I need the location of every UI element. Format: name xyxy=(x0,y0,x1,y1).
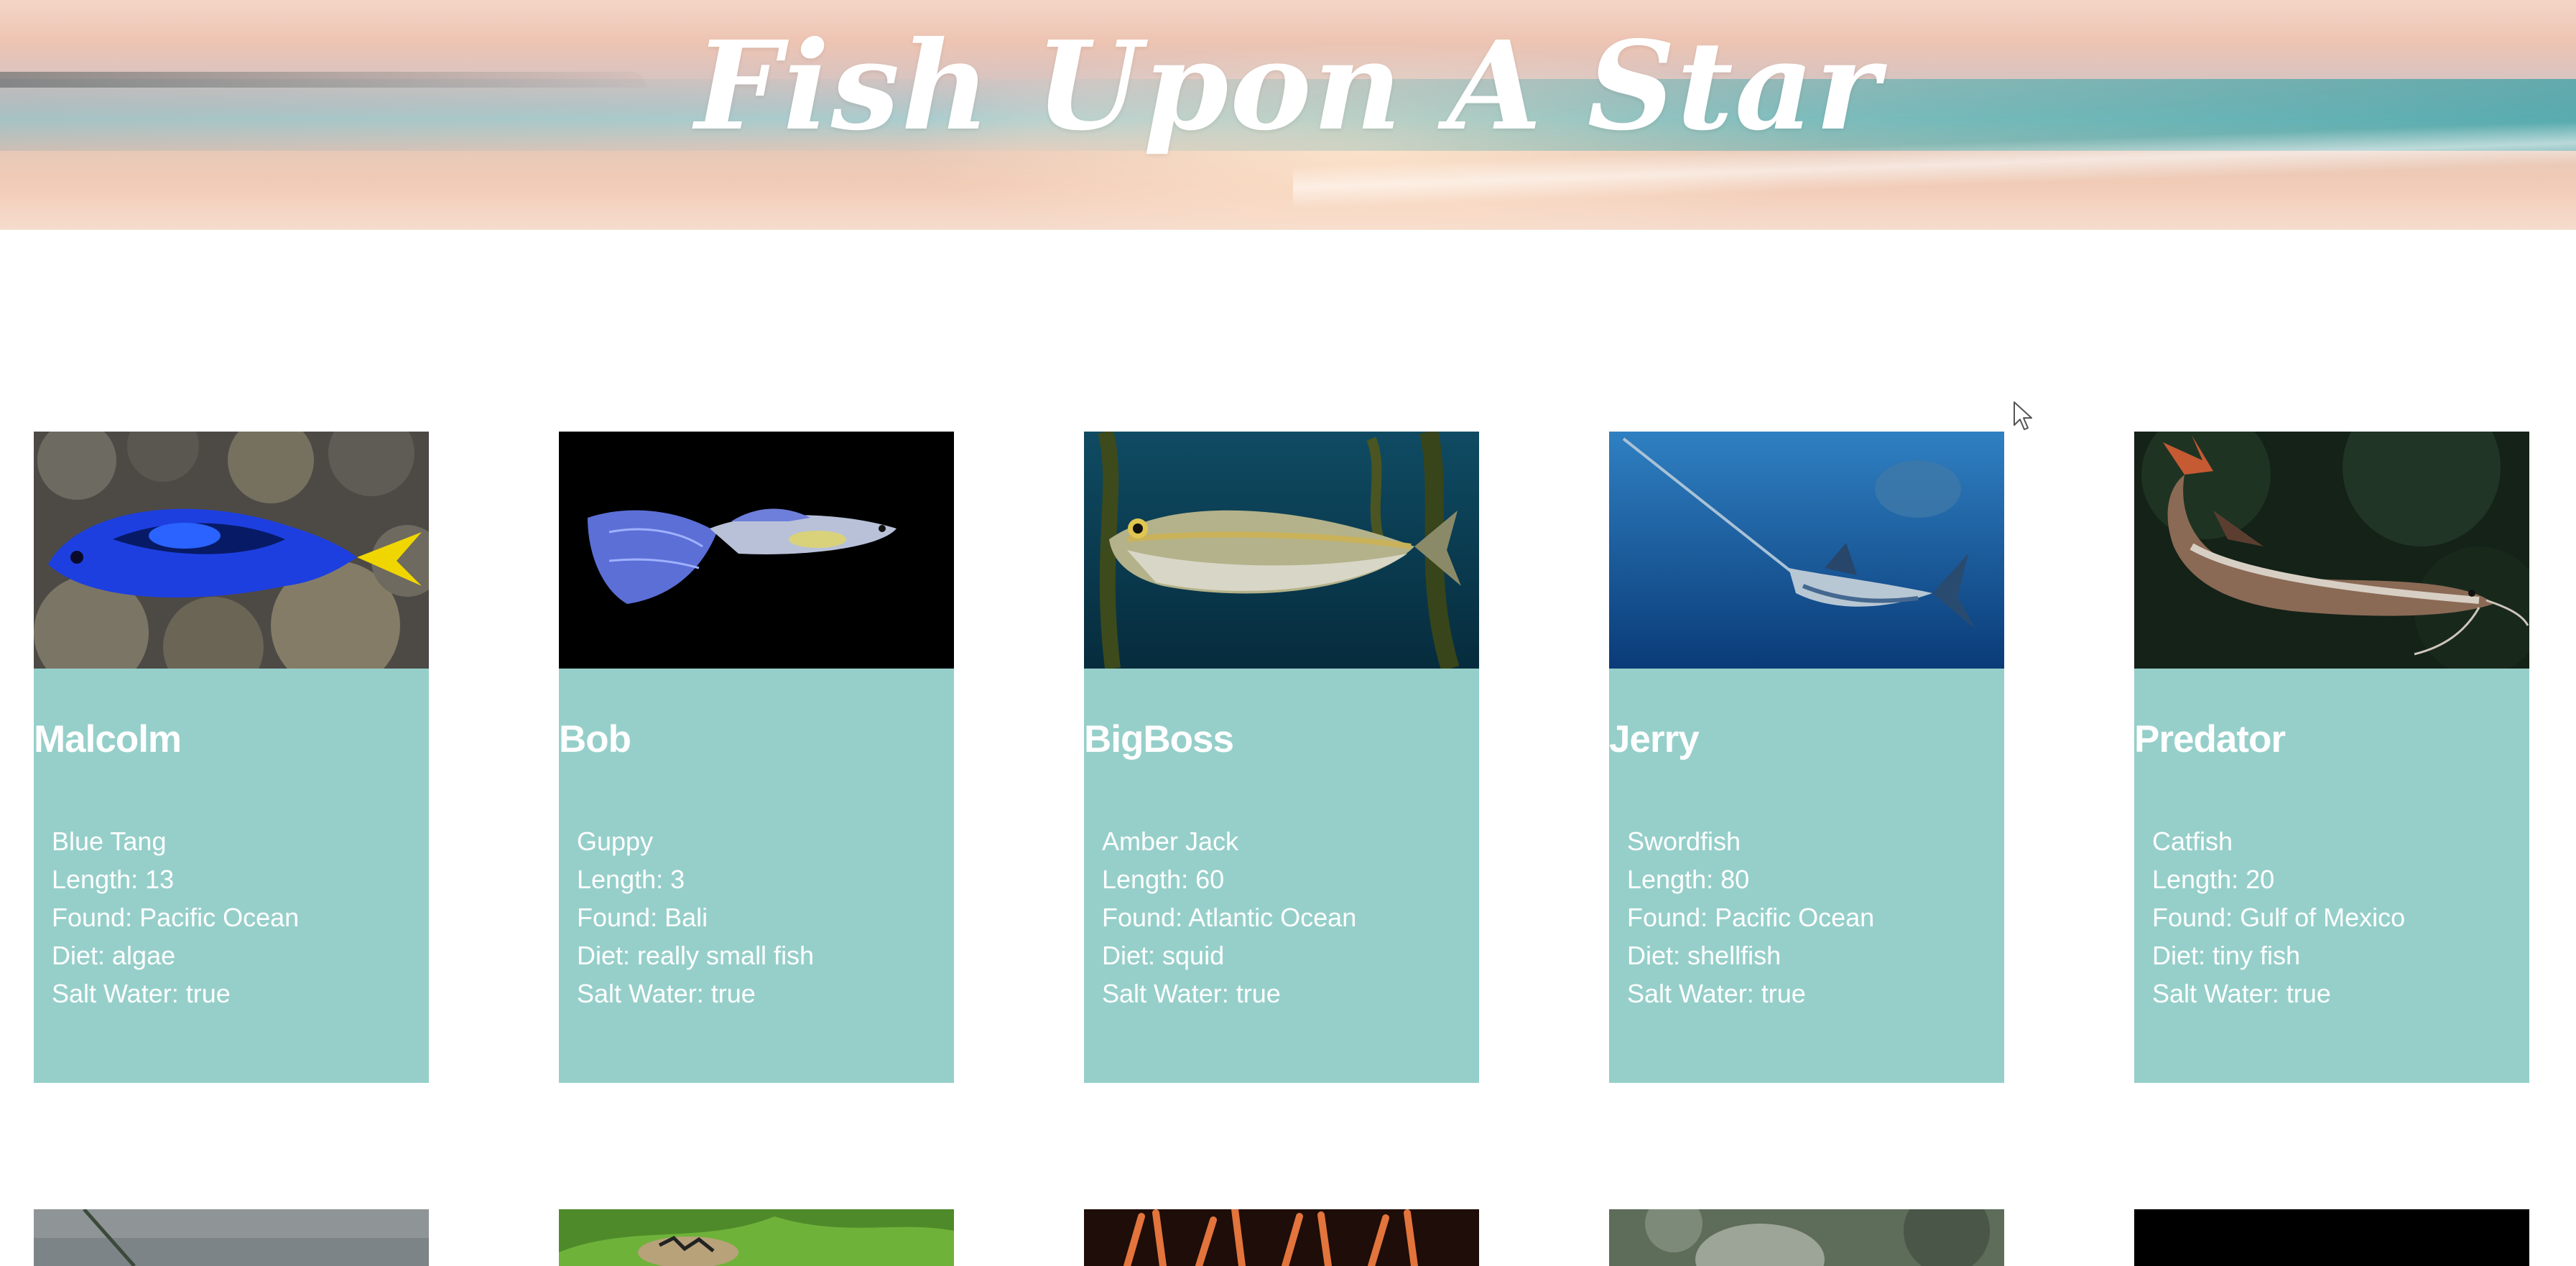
fish-facts: Amber Jack Length: 60 Found: Atlantic Oc… xyxy=(1102,822,1356,1013)
fish-length: Length: 60 xyxy=(1102,865,1225,894)
fish-length: Length: 3 xyxy=(577,865,685,894)
fish-card-photo-partial[interactable] xyxy=(1609,1209,2004,1266)
blue-tang-photo xyxy=(34,432,429,669)
fish-name: Predator xyxy=(2134,718,2286,760)
fish-name: BigBoss xyxy=(1084,718,1234,760)
swordfish-photo xyxy=(1609,432,2004,669)
header-banner: Fish Upon A Star xyxy=(0,0,2576,230)
fish-card-bob[interactable]: Bob Guppy Length: 3 Found: Bali Diet: re… xyxy=(559,432,954,1083)
fish-found: Found: Atlantic Ocean xyxy=(1102,903,1357,932)
fish-card-bigboss[interactable]: BigBoss Amber Jack Length: 60 Found: Atl… xyxy=(1084,432,1479,1083)
fish-facts: Catfish Length: 20 Found: Gulf of Mexico… xyxy=(2152,822,2405,1013)
fish-salt-water: Salt Water: true xyxy=(1102,979,1281,1008)
fish-card-malcolm[interactable]: Malcolm Blue Tang Length: 13 Found: Paci… xyxy=(34,432,429,1083)
fish-name: Bob xyxy=(559,718,631,760)
guppy-photo xyxy=(559,432,954,669)
fish-card-photo-partial[interactable] xyxy=(1084,1209,1479,1266)
fish-length: Length: 20 xyxy=(2152,865,2275,894)
fish-salt-water: Salt Water: true xyxy=(2152,979,2331,1008)
fish-species: Catfish xyxy=(2152,827,2233,856)
fish-diet: Diet: squid xyxy=(1102,941,1225,970)
fish-salt-water: Salt Water: true xyxy=(577,979,756,1008)
fish-found: Found: Pacific Ocean xyxy=(52,903,300,932)
fish-diet: Diet: really small fish xyxy=(577,941,815,970)
fish-card-photo-partial[interactable] xyxy=(34,1209,429,1266)
fish-card-jerry[interactable]: Jerry Swordfish Length: 80 Found: Pacifi… xyxy=(1609,432,2004,1083)
fish-card-predator[interactable]: Predator Catfish Length: 20 Found: Gulf … xyxy=(2134,432,2529,1083)
fish-length: Length: 13 xyxy=(52,865,175,894)
fish-diet: Diet: algae xyxy=(52,941,176,970)
amber-jack-photo xyxy=(1084,432,1479,669)
fish-found: Found: Gulf of Mexico xyxy=(2152,903,2406,932)
mouse-cursor-icon xyxy=(2013,401,2034,432)
fish-card-photo-partial[interactable] xyxy=(559,1209,954,1266)
fish-name: Jerry xyxy=(1609,718,1700,760)
fish-species: Amber Jack xyxy=(1102,827,1239,856)
fish-diet: Diet: shellfish xyxy=(1627,941,1782,970)
fish-salt-water: Salt Water: true xyxy=(52,979,231,1008)
catfish-photo xyxy=(2134,432,2529,669)
fish-length: Length: 80 xyxy=(1627,865,1750,894)
site-title: Fish Upon A Star xyxy=(695,14,1881,158)
fish-found: Found: Bali xyxy=(577,903,708,932)
fish-facts: Blue Tang Length: 13 Found: Pacific Ocea… xyxy=(52,822,299,1013)
fish-salt-water: Salt Water: true xyxy=(1627,979,1806,1008)
fish-card-photo-partial[interactable] xyxy=(2134,1209,2529,1266)
fish-found: Found: Pacific Ocean xyxy=(1627,903,1875,932)
fish-species: Guppy xyxy=(577,827,654,856)
fish-facts: Swordfish Length: 80 Found: Pacific Ocea… xyxy=(1627,822,1874,1013)
fish-facts: Guppy Length: 3 Found: Bali Diet: really… xyxy=(577,822,814,1013)
fish-diet: Diet: tiny fish xyxy=(2152,941,2301,970)
fish-species: Blue Tang xyxy=(52,827,167,856)
fish-name: Malcolm xyxy=(34,718,182,760)
fish-species: Swordfish xyxy=(1627,827,1741,856)
